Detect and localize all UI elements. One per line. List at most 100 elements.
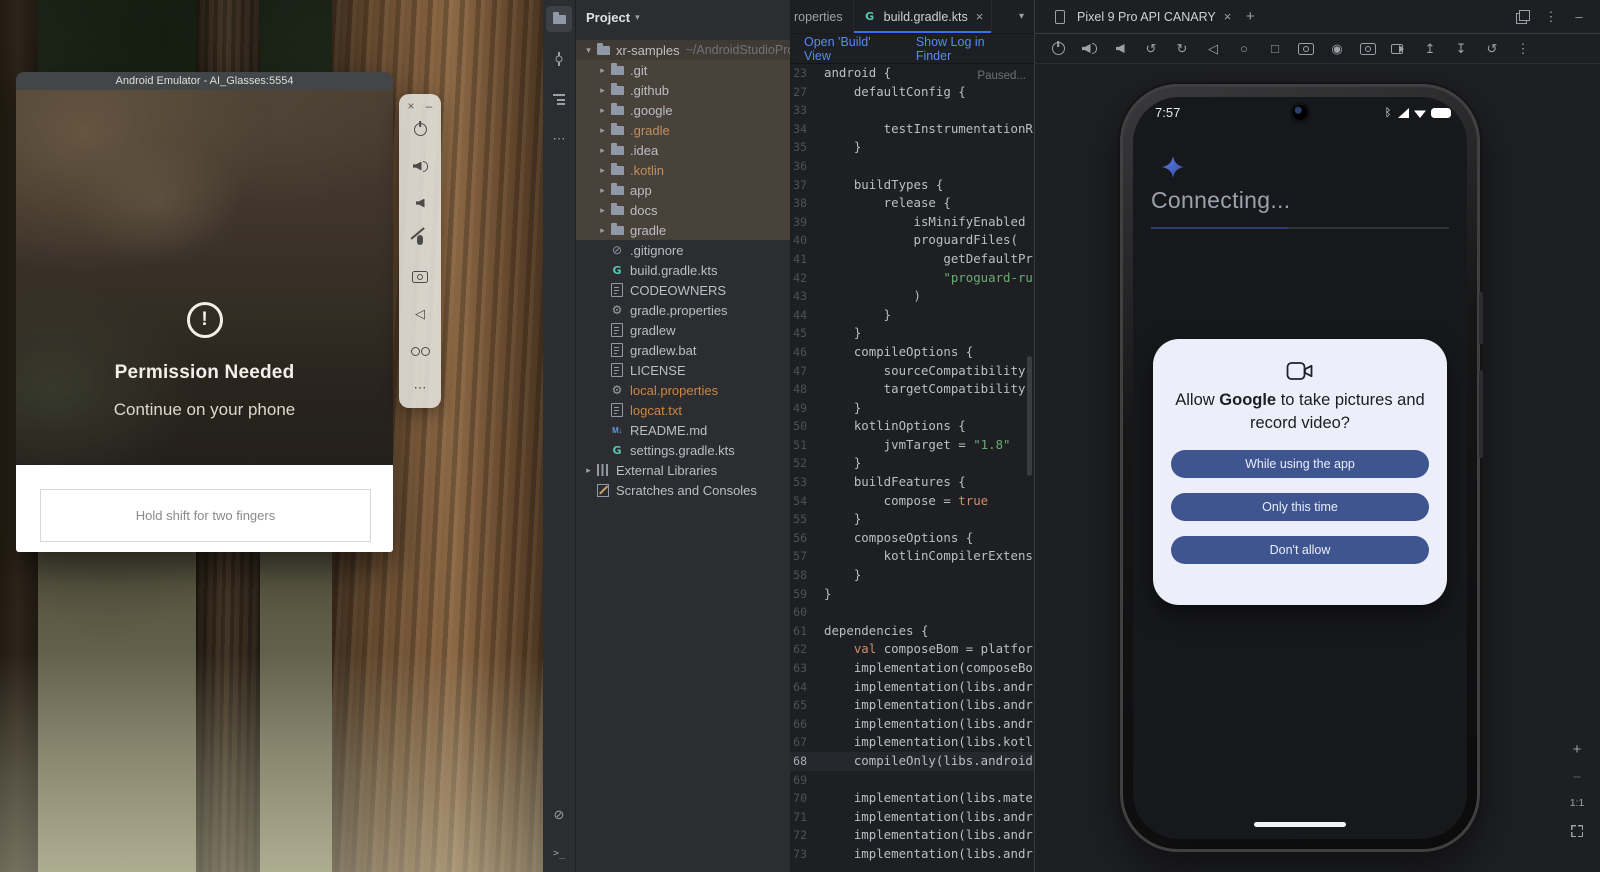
code-line: 27 defaultConfig { [790, 83, 1034, 102]
chevron-right-icon[interactable]: ▸ [596, 225, 609, 236]
tree-item[interactable]: ▸app [576, 180, 790, 200]
chevron-right-icon[interactable]: ▸ [596, 165, 609, 176]
structure-icon[interactable] [546, 86, 572, 112]
tree-item[interactable]: Gsettings.gradle.kts [576, 440, 790, 460]
project-panel-title[interactable]: Project [586, 10, 630, 25]
rotate-left-icon[interactable]: ↺ [1140, 38, 1162, 60]
tree-item[interactable]: ⚙local.properties [576, 380, 790, 400]
dialog-button-only-this-time[interactable]: Only this time [1171, 493, 1429, 521]
tree-item[interactable]: ▸.git [576, 60, 790, 80]
chevron-right-icon[interactable]: ▸ [596, 145, 609, 156]
close-icon[interactable]: × [403, 98, 419, 114]
minimize-icon[interactable]: – [1568, 6, 1590, 28]
tree-item[interactable]: ▸.github [576, 80, 790, 100]
kebab-icon[interactable]: ⋮ [1512, 38, 1534, 60]
record-icon[interactable]: ◉ [1326, 38, 1348, 60]
upload-icon[interactable]: ↥ [1419, 38, 1441, 60]
more-horizontal-icon[interactable]: ⋯ [546, 126, 572, 152]
chevron-right-icon[interactable]: ▸ [582, 465, 595, 476]
open-build-view-link[interactable]: Open 'Build' View [804, 35, 898, 63]
tree-item[interactable]: ▸.gradle [576, 120, 790, 140]
code-line: 72 implementation(libs.andr [790, 826, 1034, 845]
code-line: 50 kotlinOptions { [790, 417, 1034, 436]
fit-screen-button[interactable] [1566, 820, 1588, 842]
tree-item[interactable]: Gbuild.gradle.kts [576, 260, 790, 280]
tree-item[interactable]: ▸.kotlin [576, 160, 790, 180]
add-device-tab-icon[interactable]: + [1239, 6, 1261, 28]
home-indicator[interactable] [1254, 822, 1346, 827]
minimize-icon[interactable]: – [421, 98, 437, 114]
running-devices-panel: Pixel 9 Pro API CANARY × + ⋮– ↺↻◁○□◉↥↧↺⋮… [1034, 0, 1600, 872]
tree-item[interactable]: logcat.txt [576, 400, 790, 420]
phone-screen[interactable]: 7:57 ᛒ Connecting... Allow Goog [1133, 97, 1467, 839]
chevron-down-icon[interactable]: ▾ [635, 12, 640, 23]
tree-item[interactable]: CODEOWNERS [576, 280, 790, 300]
kebab-icon[interactable]: ⋮ [1540, 6, 1562, 28]
tree-item[interactable]: ⊘.gitignore [576, 240, 790, 260]
tree-item[interactable]: ⚙gradle.properties [576, 300, 790, 320]
chevron-right-icon[interactable]: ▸ [596, 185, 609, 196]
tab-gradle-properties[interactable]: roperties [790, 0, 854, 33]
power-icon[interactable] [409, 118, 431, 140]
mic-off-icon[interactable] [409, 229, 431, 251]
back-icon[interactable]: ◁ [1202, 38, 1224, 60]
tree-item[interactable]: LICENSE [576, 360, 790, 380]
tabs-dropdown-icon[interactable]: ▾ [1009, 0, 1034, 33]
tree-item[interactable]: ▸External Libraries [576, 460, 790, 480]
actual-size-button[interactable]: 1:1 [1570, 797, 1585, 809]
terminal-icon[interactable]: >_ [546, 840, 572, 866]
tree-item[interactable]: ▾xr-samples~/AndroidStudioProje [576, 40, 790, 60]
more-horizontal-icon[interactable]: ⋯ [409, 377, 431, 399]
rotate-right-icon[interactable]: ↻ [1171, 38, 1193, 60]
tab-pixel-9-pro[interactable]: Pixel 9 Pro API CANARY × [1045, 0, 1235, 34]
tree-item[interactable]: gradlew [576, 320, 790, 340]
tab-build-gradle-kts[interactable]: G build.gradle.kts × [854, 0, 993, 33]
close-tab-icon[interactable]: × [1224, 9, 1232, 24]
restore-icon[interactable]: ↺ [1481, 38, 1503, 60]
overview-icon[interactable]: □ [1264, 38, 1286, 60]
volume-up-icon[interactable] [409, 155, 431, 177]
chevron-down-icon[interactable]: ▾ [582, 45, 595, 56]
zoom-in-button[interactable]: + [1573, 741, 1582, 758]
power-icon[interactable] [1047, 38, 1069, 60]
glasses-icon[interactable] [409, 340, 431, 362]
emulator-hint-area: Hold shift for two fingers [16, 465, 393, 552]
tree-item[interactable]: ▸.google [576, 100, 790, 120]
video-icon[interactable] [1388, 38, 1410, 60]
screenshot-icon[interactable] [1295, 38, 1317, 60]
download-icon[interactable]: ↧ [1450, 38, 1472, 60]
zoom-out-button[interactable]: − [1573, 769, 1582, 786]
problems-icon[interactable]: ⊘ [546, 802, 572, 828]
tree-item[interactable]: gradlew.bat [576, 340, 790, 360]
emulator-title-bar[interactable]: Android Emulator - AI_Glasses:5554 [16, 72, 393, 90]
emulator-screen[interactable]: ! Permission Needed Continue on your pho… [16, 90, 393, 465]
dialog-button-don-t-allow[interactable]: Don't allow [1171, 536, 1429, 564]
camera-icon[interactable] [1357, 38, 1379, 60]
popout-icon[interactable] [1512, 6, 1534, 28]
tree-item[interactable]: ▸gradle [576, 220, 790, 240]
show-log-in-finder-link[interactable]: Show Log in Finder [916, 35, 1020, 63]
tree-item[interactable]: M↓README.md [576, 420, 790, 440]
chevron-right-icon[interactable]: ▸ [596, 125, 609, 136]
tree-item[interactable]: ▸.idea [576, 140, 790, 160]
close-tab-icon[interactable]: × [976, 9, 984, 24]
tree-item[interactable]: Scratches and Consoles [576, 480, 790, 500]
volume-down-icon[interactable] [1109, 38, 1131, 60]
editor-scrollbar[interactable] [1027, 356, 1032, 476]
chevron-right-icon[interactable]: ▸ [596, 105, 609, 116]
tree-item-label: logcat.txt [630, 403, 682, 418]
volume-down-icon[interactable] [409, 192, 431, 214]
home-icon[interactable]: ○ [1233, 38, 1255, 60]
tree-item[interactable]: ▸docs [576, 200, 790, 220]
volume-up-icon[interactable] [1078, 38, 1100, 60]
code-editor[interactable]: 23android {27 defaultConfig {3334 testIn… [790, 64, 1034, 872]
camera-icon[interactable] [409, 266, 431, 288]
chevron-right-icon[interactable]: ▸ [596, 85, 609, 96]
chevron-right-icon[interactable]: ▸ [596, 65, 609, 76]
dialog-button-while-using-the-app[interactable]: While using the app [1171, 450, 1429, 478]
code-line: 53 buildFeatures { [790, 473, 1034, 492]
project-folder-icon[interactable] [546, 6, 572, 32]
back-icon[interactable]: ◁ [409, 303, 431, 325]
commit-icon[interactable] [546, 46, 572, 72]
chevron-right-icon[interactable]: ▸ [596, 205, 609, 216]
